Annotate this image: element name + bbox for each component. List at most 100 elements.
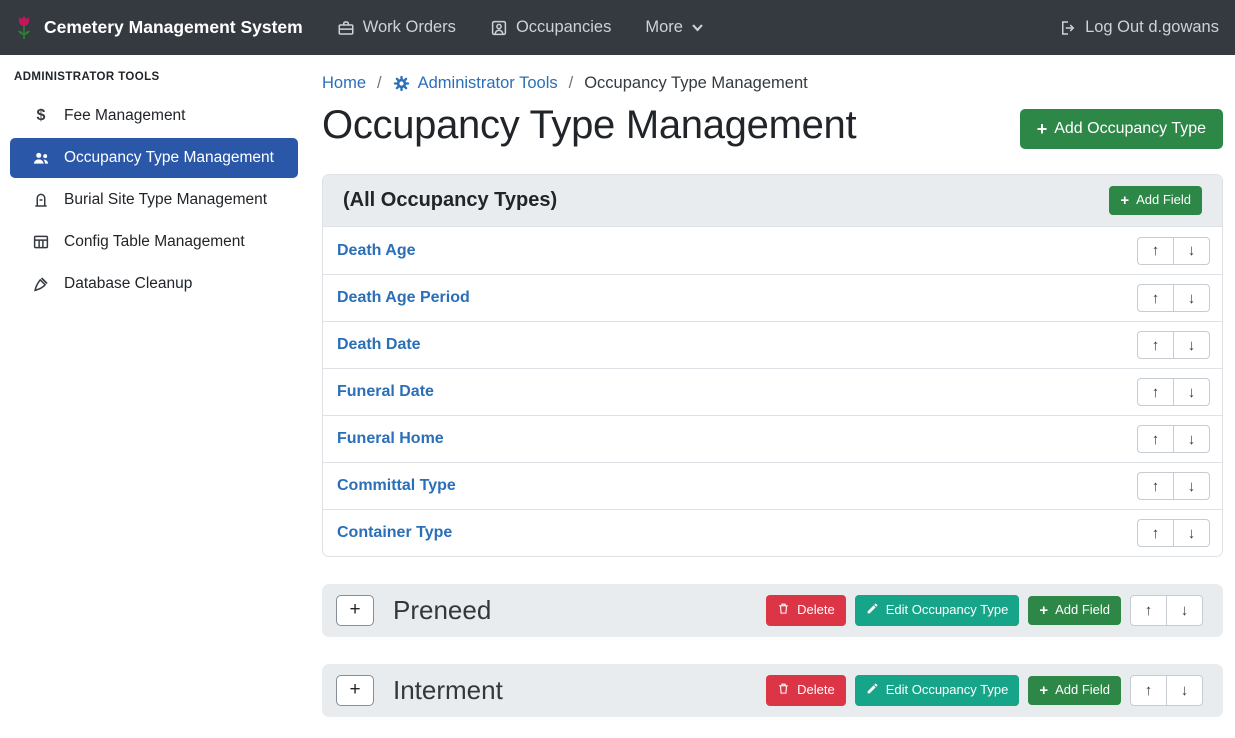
- move-up-button[interactable]: ↑: [1137, 331, 1174, 359]
- plus-icon: +: [1039, 603, 1048, 618]
- arrow-down-icon: ↓: [1188, 242, 1196, 259]
- nav-work-orders[interactable]: Work Orders: [337, 18, 456, 37]
- move-down-button[interactable]: ↓: [1173, 472, 1210, 500]
- pencil-icon: [866, 682, 879, 699]
- sidebar-item-label: Config Table Management: [64, 233, 245, 251]
- arrow-up-icon: ↑: [1152, 337, 1160, 354]
- field-link-death-date[interactable]: Death Date: [337, 336, 421, 354]
- field-link-death-age[interactable]: Death Age: [337, 242, 416, 260]
- move-up-button[interactable]: ↑: [1137, 425, 1174, 453]
- field-row: Funeral Home↑↓: [323, 415, 1222, 462]
- card-title: (All Occupancy Types): [343, 189, 557, 212]
- sidebar: ADMINISTRATOR TOOLS $Fee ManagementOccup…: [0, 55, 308, 738]
- arrow-up-icon: ↑: [1152, 290, 1160, 307]
- dollar-icon: $: [31, 107, 51, 125]
- move-down-button[interactable]: ↓: [1173, 331, 1210, 359]
- move-down-button[interactable]: ↓: [1166, 675, 1203, 706]
- sidebar-item-database-cleanup[interactable]: Database Cleanup: [10, 264, 298, 304]
- move-up-button[interactable]: ↑: [1130, 595, 1167, 626]
- reorder-button-group: ↑↓: [1137, 425, 1210, 453]
- nav-more[interactable]: More: [645, 18, 704, 37]
- sidebar-item-occupancy-type-management[interactable]: Occupancy Type Management: [10, 138, 298, 178]
- field-link-death-age-period[interactable]: Death Age Period: [337, 289, 470, 307]
- breadcrumb: Home / Administrator Tools / Occupancy T…: [322, 74, 1223, 93]
- reorder-button-group: ↑↓: [1137, 284, 1210, 312]
- sidebar-item-burial-site-type-management[interactable]: Burial Site Type Management: [10, 180, 298, 220]
- add-field-button[interactable]: + Add Field: [1109, 186, 1202, 215]
- add-occupancy-type-button[interactable]: + Add Occupancy Type: [1020, 109, 1223, 149]
- move-down-button[interactable]: ↓: [1166, 595, 1203, 626]
- reorder-button-group: ↑↓: [1137, 331, 1210, 359]
- move-down-button[interactable]: ↓: [1173, 378, 1210, 406]
- move-down-button[interactable]: ↓: [1173, 237, 1210, 265]
- move-up-button[interactable]: ↑: [1137, 284, 1174, 312]
- reorder-button-group: ↑↓: [1130, 595, 1203, 626]
- trash-icon: [777, 682, 790, 699]
- all-occupancy-types-card: (All Occupancy Types) + Add Field Death …: [322, 174, 1223, 557]
- arrow-down-icon: ↓: [1188, 337, 1196, 354]
- arrow-down-icon: ↓: [1181, 682, 1189, 699]
- breadcrumb-current: Occupancy Type Management: [584, 74, 808, 93]
- field-row: Death Age ↑ ↓: [323, 227, 1222, 274]
- nav-occupancies-label: Occupancies: [516, 18, 611, 37]
- breadcrumb-admin-tools-link[interactable]: Administrator Tools: [393, 74, 558, 93]
- edit-occupancy-type-button[interactable]: Edit Occupancy Type: [855, 595, 1020, 626]
- move-up-button[interactable]: ↑: [1137, 519, 1174, 547]
- logout-icon: [1059, 19, 1077, 37]
- sidebar-items: $Fee ManagementOccupancy Type Management…: [0, 96, 308, 304]
- flower-logo-icon: [14, 14, 34, 41]
- add-field-button[interactable]: +Add Field: [1028, 676, 1121, 705]
- field-link-funeral-date[interactable]: Funeral Date: [337, 383, 434, 401]
- top-navbar: Cemetery Management System Work Orders O…: [0, 0, 1235, 55]
- sidebar-item-fee-management[interactable]: $Fee Management: [10, 96, 298, 136]
- reorder-button-group: ↑↓: [1130, 675, 1203, 706]
- sidebar-item-label: Burial Site Type Management: [64, 191, 267, 209]
- expand-button[interactable]: +: [336, 675, 374, 706]
- occupancy-type-section-interment: +IntermentDeleteEdit Occupancy Type+Add …: [322, 664, 1223, 717]
- section-controls: DeleteEdit Occupancy Type+Add Field↑↓: [766, 595, 1203, 626]
- arrow-up-icon: ↑: [1145, 602, 1153, 619]
- arrow-down-icon: ↓: [1188, 525, 1196, 542]
- plus-icon: +: [1039, 683, 1048, 698]
- app-title: Cemetery Management System: [44, 17, 303, 38]
- reorder-button-group: ↑↓: [1137, 519, 1210, 547]
- move-up-button[interactable]: ↑: [1137, 378, 1174, 406]
- move-down-button[interactable]: ↓: [1173, 425, 1210, 453]
- move-up-button[interactable]: ↑: [1137, 237, 1174, 265]
- chevron-down-icon: [691, 21, 704, 34]
- arrow-down-icon: ↓: [1188, 290, 1196, 307]
- broom-icon: [31, 275, 51, 293]
- section-title: Preneed: [393, 595, 491, 626]
- field-row: Committal Type ↑↓: [323, 462, 1222, 509]
- sidebar-item-config-table-management[interactable]: Config Table Management: [10, 222, 298, 262]
- field-link-committal-type[interactable]: Committal Type: [337, 477, 456, 495]
- breadcrumb-admin-tools-label: Administrator Tools: [418, 74, 558, 93]
- add-field-button[interactable]: +Add Field: [1028, 596, 1121, 625]
- breadcrumb-home-link[interactable]: Home: [322, 74, 366, 93]
- field-row: Funeral Date↑↓: [323, 368, 1222, 415]
- field-row: Death Date↑↓: [323, 321, 1222, 368]
- reorder-button-group: ↑↓: [1137, 378, 1210, 406]
- move-down-button[interactable]: ↓: [1173, 284, 1210, 312]
- move-up-button[interactable]: ↑: [1137, 472, 1174, 500]
- logout-button[interactable]: Log Out d.gowans: [1059, 18, 1219, 37]
- arrow-up-icon: ↑: [1152, 431, 1160, 448]
- main-content: Home / Administrator Tools / Occupancy T…: [308, 55, 1235, 738]
- move-up-button[interactable]: ↑: [1130, 675, 1167, 706]
- delete-button[interactable]: Delete: [766, 675, 846, 706]
- pencil-icon: [866, 602, 879, 619]
- nav-occupancies[interactable]: Occupancies: [490, 18, 611, 37]
- edit-occupancy-type-button[interactable]: Edit Occupancy Type: [855, 675, 1020, 706]
- move-down-button[interactable]: ↓: [1173, 519, 1210, 547]
- nav-more-label: More: [645, 18, 683, 37]
- sidebar-heading: ADMINISTRATOR TOOLS: [0, 61, 308, 96]
- title-row: Occupancy Type Management + Add Occupanc…: [322, 103, 1223, 149]
- nav-work-orders-label: Work Orders: [363, 18, 456, 37]
- add-field-label: Add Field: [1136, 193, 1191, 208]
- field-link-funeral-home[interactable]: Funeral Home: [337, 430, 444, 448]
- delete-button[interactable]: Delete: [766, 595, 846, 626]
- expand-button[interactable]: +: [336, 595, 374, 626]
- arrow-down-icon: ↓: [1188, 431, 1196, 448]
- arrow-up-icon: ↑: [1152, 384, 1160, 401]
- field-link-container-type[interactable]: Container Type: [337, 524, 452, 542]
